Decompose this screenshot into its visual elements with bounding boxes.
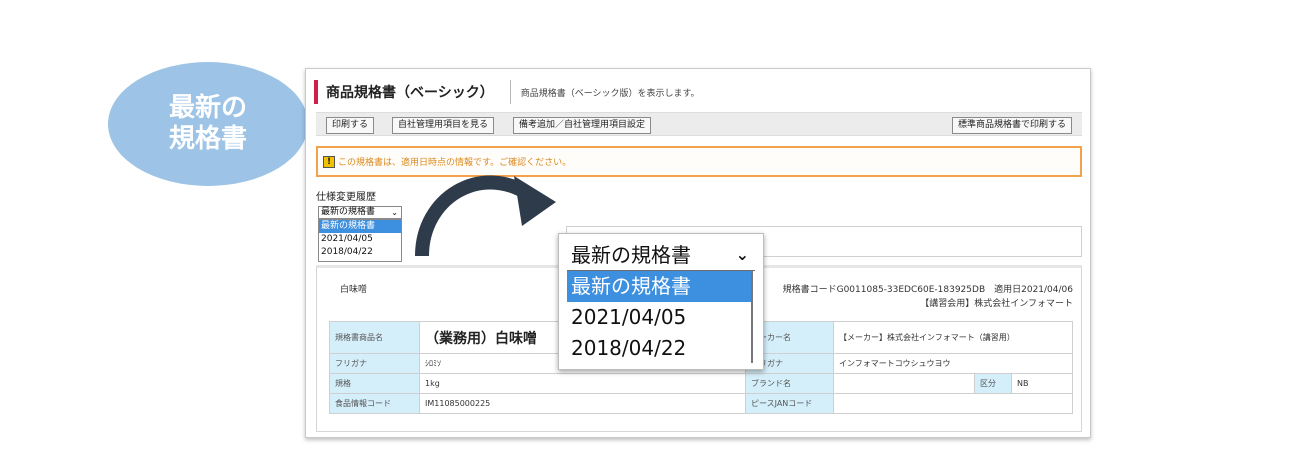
badge-line-1: 最新の	[168, 93, 247, 123]
jan-value	[832, 393, 1074, 414]
spec-product-name: （業務用）白味噌	[425, 330, 537, 347]
latest-spec-badge: 最新の 規格書	[108, 62, 308, 186]
brand-value	[833, 373, 975, 394]
table-row: 食品情報コード IM11085000225 ピースJANコード	[329, 393, 1074, 414]
food-code-value: IM11085000225	[419, 393, 746, 414]
category-value: NB	[1010, 373, 1074, 394]
toolbar: 印刷する 自社管理用項目を見る 備考追加／自社管理用項目設定 標準商品規格書で印…	[316, 112, 1082, 136]
header-divider	[509, 80, 511, 104]
company-line: 【講習会用】株式会社インフォマート	[920, 299, 1073, 309]
history-select[interactable]: 最新の規格書 ⌄	[318, 206, 402, 219]
zoomed-history-option[interactable]: 2018/04/22	[567, 333, 751, 364]
zoomed-history-dropdown: 最新の規格書 ⌄ 最新の規格書 2021/04/05 2018/04/22	[558, 233, 764, 370]
zoomed-history-option[interactable]: 2021/04/05	[567, 302, 751, 333]
history-option[interactable]: 最新の規格書	[319, 220, 401, 233]
page-description: 商品規格書（ベーシック版）を表示します。	[520, 88, 700, 99]
notice-message: この規格書は、適用日時点の情報です。ご確認ください。	[338, 158, 572, 168]
spec-label: 規格	[329, 373, 420, 394]
jan-label: ピースJANコード	[745, 393, 834, 414]
product-name: 白味噌	[340, 285, 368, 295]
category-label: 区分	[974, 373, 1012, 394]
warning-icon: !	[323, 155, 335, 168]
zoomed-history-option[interactable]: 最新の規格書	[567, 271, 751, 302]
page-title: 商品規格書（ベーシック）	[326, 85, 494, 101]
maker-furigana-value: インフォマートコウシュウヨウ	[832, 353, 1074, 374]
zoomed-history-select[interactable]: 最新の規格書 ⌄	[567, 239, 755, 271]
name-label: 規格書商品名	[329, 321, 420, 354]
food-code-label: 食品情報コード	[329, 393, 420, 414]
zoomed-history-list: 最新の規格書 2021/04/05 2018/04/22	[567, 271, 753, 363]
spec-code-line: 規格書コードG0011085-33EDC60E-183925DB 適用日2021…	[782, 285, 1073, 295]
curved-arrow-icon	[415, 175, 556, 257]
spec-value: 1kg	[419, 373, 746, 394]
history-option[interactable]: 2018/04/22	[319, 246, 401, 259]
header-accent-bar	[314, 80, 318, 104]
standard-print-button[interactable]: 標準商品規格書で印刷する	[951, 117, 1072, 134]
maker-value: 【メーカー】株式会社インフォマート（講習用）	[832, 321, 1074, 354]
table-row: 規格 1kg ブランド名 区分 NB	[329, 373, 1074, 394]
print-button[interactable]: 印刷する	[326, 117, 375, 134]
history-select-value: 最新の規格書	[321, 207, 376, 217]
notes-settings-button[interactable]: 備考追加／自社管理用項目設定	[513, 117, 652, 134]
history-option[interactable]: 2021/04/05	[319, 233, 401, 246]
page-header: 商品規格書（ベーシック） 商品規格書（ベーシック版）を表示します。	[314, 79, 700, 105]
history-dropdown-list: 最新の規格書 2021/04/05 2018/04/22	[318, 219, 402, 262]
furigana-label: フリガナ	[329, 353, 420, 374]
history-label: 仕様変更履歴	[316, 192, 376, 203]
badge-line-2: 規格書	[168, 124, 247, 154]
view-company-items-button[interactable]: 自社管理用項目を見る	[392, 117, 495, 134]
zoomed-select-value: 最新の規格書	[571, 243, 691, 267]
chevron-down-icon: ⌄	[735, 245, 749, 264]
chevron-down-icon: ⌄	[391, 208, 398, 217]
brand-label: ブランド名	[745, 373, 834, 394]
